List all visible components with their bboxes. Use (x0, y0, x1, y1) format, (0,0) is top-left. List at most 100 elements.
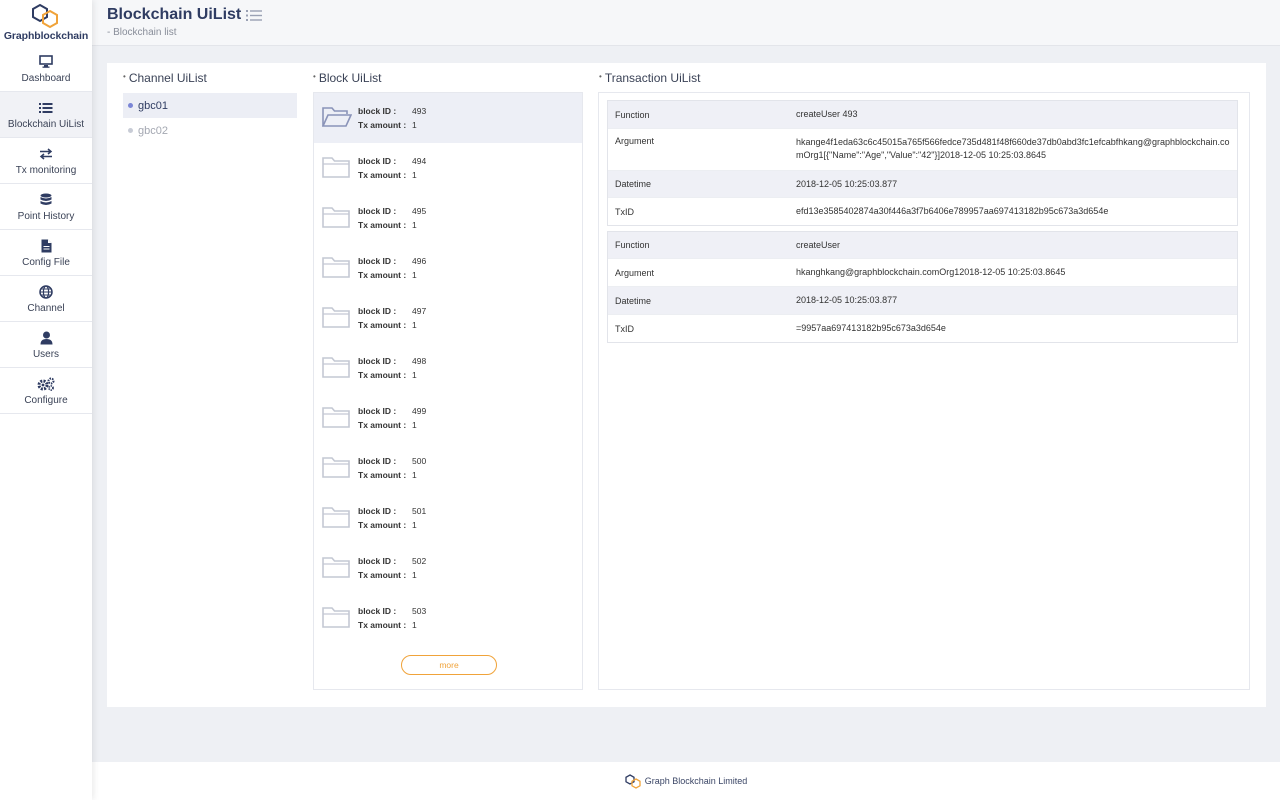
block-section-title: • Block UiList (313, 71, 382, 85)
transaction-title-text: Transaction UiList (604, 71, 701, 85)
block-id-row: block ID : 496 (358, 256, 426, 266)
datetime-value: 2018-12-05 10:25:03.877 (796, 295, 898, 305)
tx-amount-value: 1 (412, 220, 417, 230)
argument-value: hkanghkang@graphblockchain.comOrg12018-1… (796, 267, 1066, 277)
breadcrumb: - Blockchain list (107, 27, 177, 38)
block-item[interactable]: block ID : 503 Tx amount : 1 (314, 593, 582, 643)
tx-amount-label: Tx amount : (358, 220, 407, 230)
function-value: createUser (796, 239, 841, 250)
folder-icon (322, 456, 350, 483)
block-item[interactable]: block ID : 502 Tx amount : 1 (314, 543, 582, 593)
block-id-row: block ID : 495 (358, 206, 426, 216)
block-id-row: block ID : 494 (358, 156, 426, 166)
sidebar-item-configure[interactable]: Configure (0, 368, 92, 414)
block-id-value: 497 (412, 306, 427, 316)
sidebar-item-label: Blockchain UiList (7, 118, 85, 130)
bullet-icon: • (313, 72, 316, 81)
block-id-label: block ID : (358, 456, 397, 466)
sidebar-item-dashboard[interactable]: Dashboard (0, 46, 92, 92)
block-item[interactable]: block ID : 500 Tx amount : 1 (314, 443, 582, 493)
block-item[interactable]: block ID : 497 Tx amount : 1 (314, 293, 582, 343)
tx-amount-value: 1 (412, 320, 417, 330)
block-id-label: block ID : (358, 506, 397, 516)
argument-value: hkange4f1eda63c6c45015a765f566fedce735d4… (796, 137, 1230, 160)
sidebar-item-point-history[interactable]: Point History (0, 184, 92, 230)
monitor-icon (39, 54, 53, 70)
tx-amount-label: Tx amount : (358, 470, 407, 480)
sidebar-item-channel[interactable]: Channel (0, 276, 92, 322)
block-item[interactable]: block ID : 498 Tx amount : 1 (314, 343, 582, 393)
folder-icon (322, 256, 350, 283)
transaction-section-title: • Transaction UiList (599, 71, 700, 85)
page-title: Blockchain UiList (107, 6, 263, 24)
tx-amount-value: 1 (412, 420, 417, 430)
folder-icon (322, 306, 350, 333)
sidebar-item-label: Tx monitoring (15, 164, 77, 176)
channel-section-title: • Channel UiList (123, 71, 207, 85)
file-icon (41, 238, 52, 254)
tx-amount-value: 1 (412, 570, 417, 580)
block-id-row: block ID : 502 (358, 556, 426, 566)
tx-amount-value: 1 (412, 520, 417, 530)
channel-item-gbc02[interactable]: gbc02 (123, 118, 297, 143)
tx-amount-value: 1 (412, 370, 417, 380)
exchange-icon (39, 146, 53, 162)
block-item[interactable]: block ID : 493 Tx amount : 1 (314, 93, 582, 143)
tx-amount-row: Tx amount : 1 (358, 120, 417, 130)
tx-amount-row: Tx amount : 1 (358, 420, 417, 430)
sidebar-item-label: Config File (22, 256, 70, 268)
sidebar-item-blockchain-uilist[interactable]: Blockchain UiList (0, 92, 92, 138)
sidebar-item-tx-monitoring[interactable]: Tx monitoring (0, 138, 92, 184)
logo-icon (32, 3, 58, 29)
tx-amount-row: Tx amount : 1 (358, 320, 417, 330)
block-id-row: block ID : 497 (358, 306, 426, 316)
sidebar-item-label: Dashboard (21, 72, 71, 84)
list-icon (39, 100, 53, 116)
block-id-label: block ID : (358, 206, 397, 216)
active-dot-icon (128, 103, 133, 108)
sidebar-item-users[interactable]: Users (0, 322, 92, 368)
list-menu-icon[interactable] (246, 9, 263, 22)
table-row: Datetime 2018-12-05 10:25:03.877 (608, 171, 1237, 198)
transaction-table: Function createUser Argument hkanghkang@… (607, 231, 1238, 343)
table-row: Function createUser 493 (608, 101, 1237, 129)
database-icon (40, 192, 52, 208)
sidebar-item-config-file[interactable]: Config File (0, 230, 92, 276)
block-id-value: 503 (412, 606, 427, 616)
block-id-row: block ID : 501 (358, 506, 426, 516)
channel-item-label: gbc02 (138, 124, 168, 137)
sidebar: Graphblockchain Dashboard Blockchain UiL… (0, 0, 92, 800)
table-row: Argument hkange4f1eda63c6c45015a765f566f… (608, 129, 1237, 171)
cogs-icon (37, 376, 55, 392)
block-id-label: block ID : (358, 556, 397, 566)
channel-title-text: Channel UiList (128, 71, 207, 85)
more-button[interactable]: more (401, 655, 497, 675)
block-id-label: block ID : (358, 156, 397, 166)
block-id-value: 502 (412, 556, 427, 566)
logo[interactable]: Graphblockchain (0, 0, 92, 46)
user-icon (40, 330, 53, 346)
argument-label: Argument (615, 267, 655, 278)
bullet-icon: • (599, 72, 602, 81)
block-item[interactable]: block ID : 494 Tx amount : 1 (314, 143, 582, 193)
block-id-value: 494 (412, 156, 427, 166)
tx-amount-row: Tx amount : 1 (358, 370, 417, 380)
tx-amount-value: 1 (412, 470, 417, 480)
block-item[interactable]: block ID : 496 Tx amount : 1 (314, 243, 582, 293)
block-item[interactable]: block ID : 495 Tx amount : 1 (314, 193, 582, 243)
tx-amount-value: 1 (412, 270, 417, 280)
tx-amount-row: Tx amount : 1 (358, 620, 417, 630)
folder-icon (322, 206, 350, 233)
page-header: Blockchain UiList - Blockchain list (92, 0, 1280, 46)
channel-item-gbc01[interactable]: gbc01 (123, 93, 297, 118)
txid-label: TxID (615, 323, 634, 334)
block-id-row: block ID : 493 (358, 106, 426, 116)
block-item[interactable]: block ID : 499 Tx amount : 1 (314, 393, 582, 443)
function-label: Function (615, 240, 650, 250)
argument-label: Argument (615, 136, 655, 146)
tx-amount-label: Tx amount : (358, 370, 407, 380)
globe-icon (39, 284, 53, 300)
block-item[interactable]: block ID : 501 Tx amount : 1 (314, 493, 582, 543)
block-id-value: 496 (412, 256, 427, 266)
tx-amount-row: Tx amount : 1 (358, 570, 417, 580)
